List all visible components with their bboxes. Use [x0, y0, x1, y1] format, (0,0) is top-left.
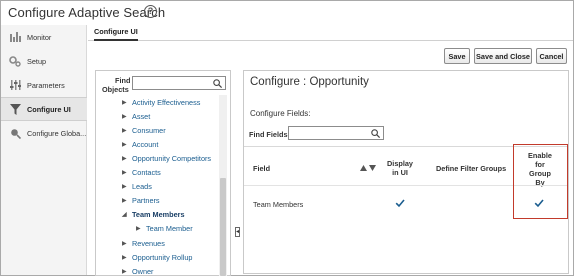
gears-icon [9, 55, 21, 67]
find-objects-label: Find Objects [102, 76, 131, 94]
find-fields-label: Find Fields [249, 130, 288, 139]
expand-arrow-icon[interactable]: ▶ [122, 113, 128, 121]
collapse-arrow-icon[interactable]: ◢ [122, 211, 128, 219]
sliders-icon [9, 79, 21, 91]
expand-arrow-icon[interactable]: ▶ [122, 254, 128, 262]
expand-arrow-icon[interactable]: ▶ [122, 155, 128, 163]
expand-arrow-icon[interactable]: ▶ [122, 183, 128, 191]
help-icon[interactable]: ? [144, 5, 157, 18]
nav-item-configure-ui[interactable]: Configure UI [1, 97, 87, 121]
tree-item-team-member[interactable]: ▶ Team Member [136, 222, 193, 235]
nav-item-label: Parameters [27, 80, 65, 90]
tab-strip: Configure UI [88, 25, 573, 41]
column-header-field[interactable]: Field [253, 164, 270, 173]
tree-item-asset[interactable]: ▶ Asset [122, 110, 150, 123]
search-icon[interactable] [213, 79, 223, 89]
save-button[interactable]: Save [444, 48, 470, 64]
expand-arrow-icon[interactable]: ▶ [136, 225, 142, 233]
tree-item-contacts[interactable]: ▶ Contacts [122, 166, 161, 179]
nav-item-parameters[interactable]: Parameters [1, 73, 87, 97]
nav-item-label: Configure Globa... [27, 128, 87, 138]
nav-item-label: Monitor [27, 32, 52, 42]
globe-search-icon [9, 127, 21, 139]
tree-scrollbar[interactable] [219, 95, 227, 276]
expand-arrow-icon[interactable]: ▶ [122, 169, 128, 177]
search-icon[interactable] [371, 129, 381, 139]
tree-item-activity-effectiveness[interactable]: ▶ Activity Effectiveness [122, 96, 200, 109]
cancel-button[interactable]: Cancel [536, 48, 567, 64]
panel-splitter-handle[interactable]: ◂ [235, 227, 240, 237]
nav-item-configure-global[interactable]: Configure Globa... [1, 121, 87, 145]
tree-item-team-members[interactable]: ◢ Team Members [122, 208, 185, 221]
tree-item-consumer[interactable]: ▶ Consumer [122, 124, 166, 137]
configure-title: Configure : Opportunity [250, 76, 369, 88]
tree-item-leads[interactable]: ▶ Leads [122, 180, 152, 193]
tree-item-revenues[interactable]: ▶ Revenues [122, 237, 165, 250]
tree-item-partners[interactable]: ▶ Partners [122, 194, 160, 207]
bar-chart-icon [9, 31, 21, 43]
nav-item-setup[interactable]: Setup [1, 49, 87, 73]
column-header-display-in-ui[interactable]: Display in UI [386, 159, 414, 177]
find-fields-input[interactable] [288, 126, 384, 140]
highlight-annotation-box [513, 144, 568, 219]
nav-item-monitor[interactable]: Monitor [1, 25, 87, 49]
nav-item-label: Setup [27, 56, 47, 66]
tree-item-opportunity-competitors[interactable]: ▶ Opportunity Competitors [122, 152, 211, 165]
expand-arrow-icon[interactable]: ▶ [122, 197, 128, 205]
expand-arrow-icon[interactable]: ▶ [122, 268, 128, 276]
expand-arrow-icon[interactable]: ▶ [122, 99, 128, 107]
left-nav: Monitor Setup Parameters Configure UI Co… [1, 25, 87, 275]
page-title: Configure Adaptive Search [8, 5, 166, 20]
find-objects-input[interactable] [132, 76, 226, 90]
save-and-close-button[interactable]: Save and Close [474, 48, 532, 64]
tree-scrollbar-thumb[interactable] [220, 178, 226, 276]
tree-item-opportunity-rollup[interactable]: ▶ Opportunity Rollup [122, 251, 192, 264]
configure-fields-label: Configure Fields: [250, 109, 311, 118]
tab-configure-ui[interactable]: Configure UI [94, 27, 138, 41]
expand-arrow-icon[interactable]: ▶ [122, 127, 128, 135]
sort-icon[interactable] [360, 164, 376, 172]
filter-icon [9, 103, 21, 115]
column-header-define-filter-groups[interactable]: Define Filter Groups [436, 164, 506, 173]
display-in-ui-checkbox[interactable] [395, 198, 405, 208]
expand-arrow-icon[interactable]: ▶ [122, 141, 128, 149]
expand-arrow-icon[interactable]: ▶ [122, 240, 128, 248]
table-row-field: Team Members [253, 200, 304, 209]
title-bar: Configure Adaptive Search ? [1, 1, 573, 24]
object-tree-panel: Find Objects ▶ Activity Effectiveness ▶ … [95, 70, 231, 276]
tree-item-owner[interactable]: ▶ Owner [122, 265, 154, 276]
tree-item-account[interactable]: ▶ Account [122, 138, 158, 151]
nav-item-label: Configure UI [27, 104, 71, 114]
